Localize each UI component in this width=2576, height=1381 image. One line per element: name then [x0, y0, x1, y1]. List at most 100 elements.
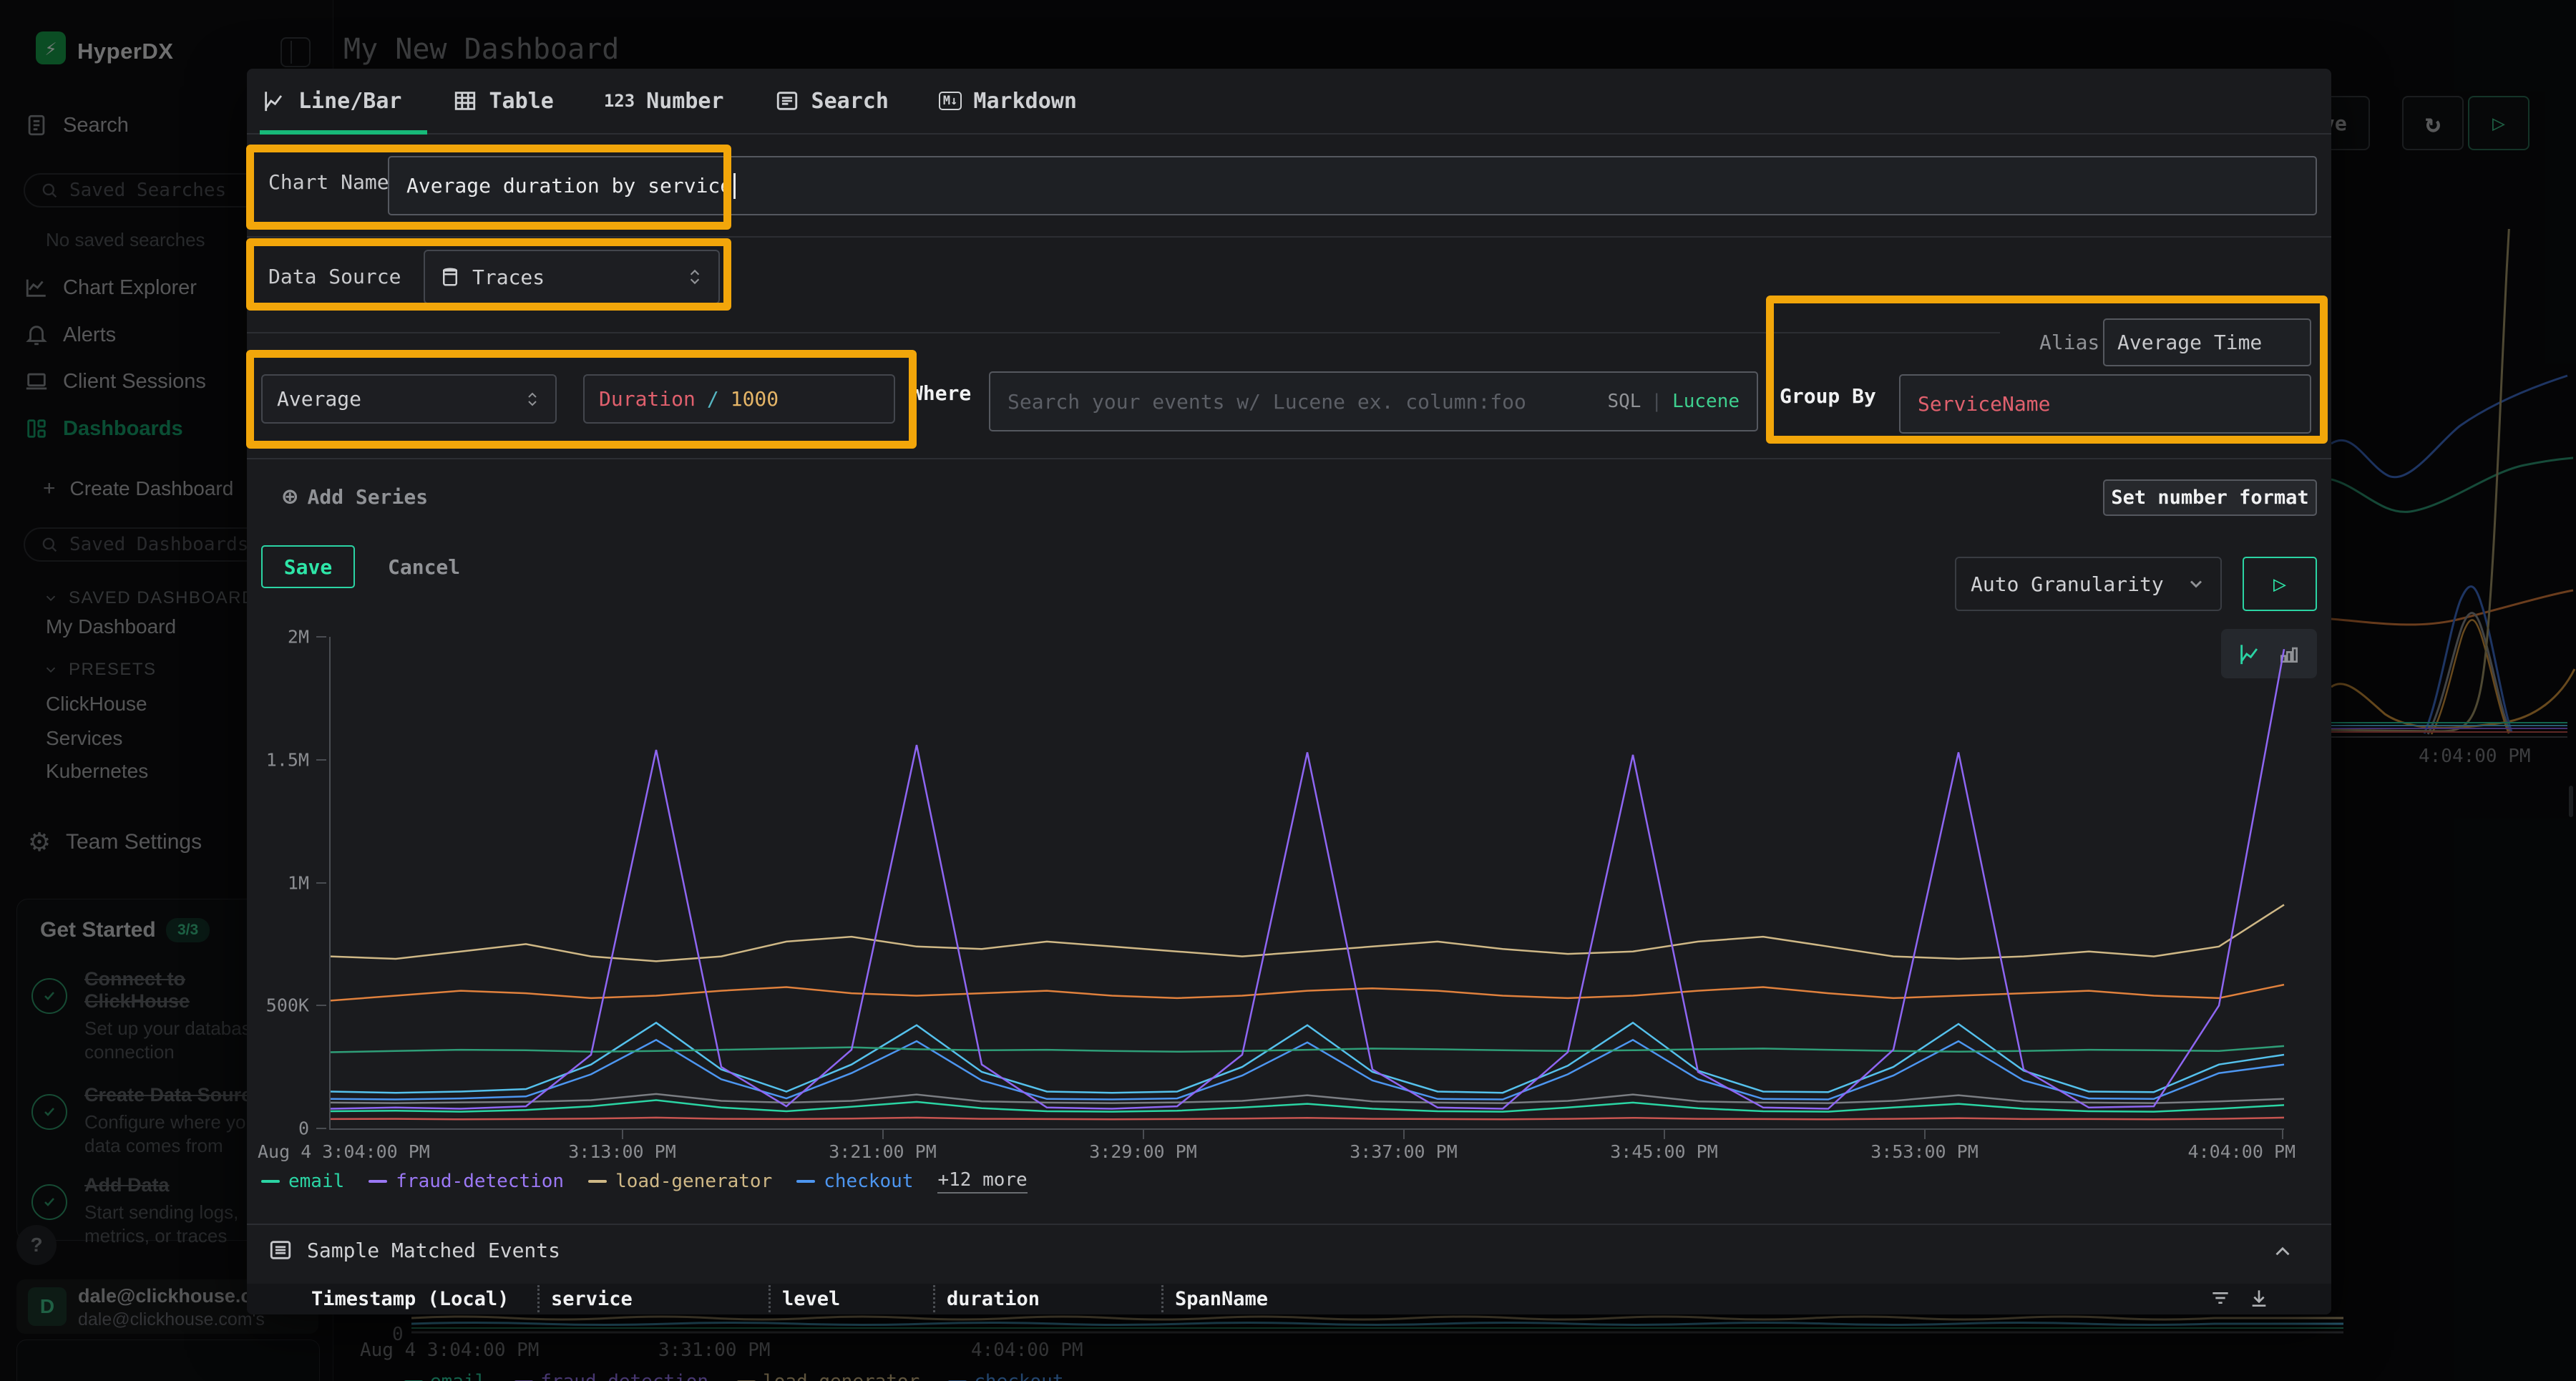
filter-icon[interactable] — [2209, 1287, 2232, 1309]
divider — [247, 458, 2331, 459]
column-header[interactable]: duration — [947, 1288, 1040, 1310]
list-icon — [774, 88, 800, 114]
axis-tick — [622, 1130, 623, 1139]
data-source-label: Data Source — [268, 265, 401, 288]
chart-line-email — [331, 1101, 2284, 1112]
tab-line-bar[interactable]: Line/Bar — [261, 88, 402, 114]
x-axis: Aug 4 3:04:00 PM3:13:00 PM3:21:00 PM3:29… — [329, 1130, 2283, 1173]
legend-item[interactable]: fraud-detection — [369, 1171, 564, 1192]
divider — [247, 1224, 2331, 1225]
x-axis-label: 3:45:00 PM — [1610, 1141, 1718, 1162]
legend-label: load-generator — [615, 1171, 772, 1192]
alias-label: Alias — [2039, 331, 2099, 354]
axis-tick — [1143, 1130, 1144, 1139]
chart-line-fraud-detection — [331, 649, 2284, 1108]
x-axis-label: 3:29:00 PM — [1089, 1141, 1197, 1162]
x-axis-label: 3:37:00 PM — [1350, 1141, 1458, 1162]
chart-name-label: Chart Name — [268, 170, 389, 194]
column-header[interactable]: service — [551, 1288, 633, 1310]
group-by-label: Group By — [1780, 384, 1876, 408]
run-chart-button[interactable]: ▷ — [2243, 557, 2317, 611]
y-axis-label: 1M — [288, 872, 309, 893]
axis-tick — [316, 1128, 326, 1129]
chart-name-input[interactable]: Average duration by service — [388, 156, 2317, 215]
number-123-icon: 123 — [604, 91, 635, 111]
download-icon[interactable] — [2248, 1287, 2270, 1309]
column-resize-handle[interactable] — [537, 1285, 540, 1312]
x-axis-label: 3:21:00 PM — [829, 1141, 937, 1162]
line-chart[interactable] — [329, 637, 2284, 1130]
save-button[interactable]: Save — [261, 545, 355, 588]
where-placeholder: Search your events w/ Lucene ex. column:… — [1008, 390, 1526, 414]
database-icon — [439, 266, 461, 288]
chart-type-tabs: Line/Bar Table 123 Number Search M↓ Ma — [247, 69, 2331, 135]
granularity-select[interactable]: Auto Granularity — [1955, 557, 2222, 611]
select-chevrons-icon — [524, 391, 541, 408]
y-axis: 0500K1M1.5M2M — [247, 637, 328, 1128]
tab-number[interactable]: 123 Number — [604, 89, 724, 114]
legend-dash-icon — [796, 1180, 815, 1183]
chart-editor-modal: Line/Bar Table 123 Number Search M↓ Ma — [247, 69, 2331, 1314]
collapse-section-button[interactable] — [2270, 1239, 2295, 1264]
column-header[interactable]: SpanName — [1175, 1288, 1268, 1310]
column-resize-handle[interactable] — [933, 1285, 935, 1312]
app-root: ⚡ HyperDX Search Saved Searches No saved… — [0, 0, 2576, 1381]
sql-option[interactable]: SQL — [1607, 391, 1641, 412]
legend-dash-icon — [261, 1180, 280, 1183]
axis-tick — [2282, 1130, 2283, 1139]
x-axis-label: 3:13:00 PM — [568, 1141, 676, 1162]
tab-search[interactable]: Search — [774, 88, 889, 114]
legend-dash-icon — [588, 1180, 607, 1183]
set-number-format-button[interactable]: Set number format — [2103, 479, 2317, 516]
chart-line-other-1 — [331, 1094, 2284, 1103]
y-axis-label: 1.5M — [266, 749, 309, 770]
where-search-input[interactable]: Search your events w/ Lucene ex. column:… — [989, 371, 1758, 431]
add-series-button[interactable]: ⊕ Add Series — [283, 482, 428, 511]
column-header[interactable]: level — [782, 1288, 840, 1310]
line-chart-icon — [261, 88, 287, 114]
events-table-header: Timestamp (Local) service level duration… — [247, 1284, 2331, 1314]
tab-markdown[interactable]: M↓ Markdown — [939, 89, 1077, 114]
axis-tick — [1403, 1130, 1405, 1139]
legend-item[interactable]: +12 more — [937, 1169, 1027, 1194]
list-icon — [268, 1238, 293, 1262]
tab-table[interactable]: Table — [452, 88, 554, 114]
column-header[interactable]: Timestamp (Local) — [311, 1288, 509, 1310]
column-resize-handle[interactable] — [769, 1285, 771, 1312]
chevron-down-icon — [2186, 574, 2206, 594]
legend-item[interactable]: checkout — [796, 1171, 913, 1192]
legend-item[interactable]: email — [261, 1171, 344, 1192]
cancel-button[interactable]: Cancel — [388, 555, 460, 579]
axis-tick — [316, 1005, 326, 1006]
x-axis-label: 3:53:00 PM — [1870, 1141, 1979, 1162]
chart-line-other-5 — [331, 985, 2284, 1000]
axis-tick — [316, 759, 326, 761]
legend-label: +12 more — [937, 1169, 1027, 1194]
group-by-input[interactable]: ServiceName — [1899, 374, 2311, 434]
x-axis-label: Aug 4 3:04:00 PM — [258, 1141, 430, 1162]
play-icon: ▷ — [2273, 572, 2286, 597]
chart-line-other-2 — [331, 1118, 2284, 1119]
y-axis-label: 500K — [266, 995, 309, 1016]
chart-line-checkout — [331, 1040, 2284, 1099]
data-source-select[interactable]: Traces — [424, 250, 720, 304]
table-icon — [452, 88, 478, 114]
text-caret — [733, 173, 736, 199]
aggregation-select[interactable]: Average — [261, 374, 557, 424]
axis-tick — [316, 636, 326, 638]
axis-tick — [882, 1130, 884, 1139]
divider — [247, 236, 2331, 238]
sample-events-header[interactable]: Sample Matched Events — [268, 1238, 560, 1262]
plus-circle-icon: ⊕ — [283, 482, 297, 511]
legend-label: email — [288, 1171, 344, 1192]
lucene-option[interactable]: Lucene — [1672, 391, 1740, 412]
legend-label: checkout — [824, 1171, 913, 1192]
y-axis-label: 2M — [288, 627, 309, 648]
where-label: Where — [911, 381, 971, 405]
field-expression-input[interactable]: Duration/1000 — [583, 374, 895, 424]
column-resize-handle[interactable] — [1161, 1285, 1163, 1312]
alias-input[interactable]: Average Time — [2103, 318, 2311, 366]
active-tab-underline — [260, 130, 427, 135]
legend-item[interactable]: load-generator — [588, 1171, 772, 1192]
query-language-toggle[interactable]: SQL | Lucene — [1607, 391, 1740, 412]
